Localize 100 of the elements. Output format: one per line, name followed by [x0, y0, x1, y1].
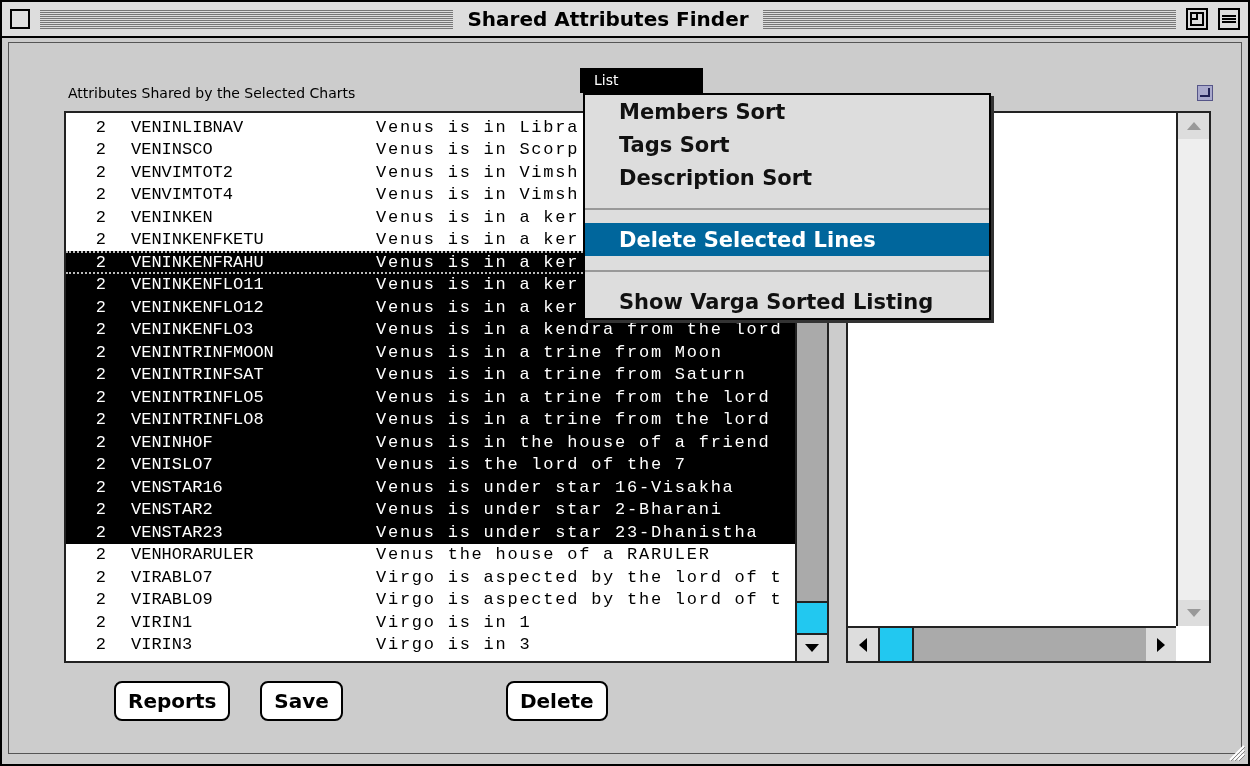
- menu-item[interactable]: Tags Sort: [585, 128, 989, 161]
- count-cell: 2: [95, 342, 106, 362]
- list-label: Attributes Shared by the Selected Charts: [68, 85, 356, 101]
- list-row[interactable]: 2 VIRIN3 Virgo is in 3: [66, 633, 795, 656]
- reports-button[interactable]: Reports: [114, 681, 231, 721]
- tag-cell: VENSTAR16: [131, 477, 223, 497]
- count-cell: 2: [95, 140, 106, 160]
- delete-button[interactable]: Delete: [505, 681, 608, 721]
- scroll-thumb[interactable]: [878, 628, 914, 661]
- description-cell: Venus is in a ker: [376, 297, 580, 317]
- tag-cell: VIRIN1: [131, 612, 193, 632]
- count-cell: 2: [95, 117, 106, 137]
- count-cell: 2: [95, 612, 106, 632]
- description-cell: Venus is in a trine from the lord: [376, 410, 771, 430]
- description-cell: Virgo is in 1: [376, 612, 532, 632]
- list-row[interactable]: 2 VENINHOF Venus is in the house of a friend: [66, 431, 795, 454]
- description-cell: Venus is in a kendra from the lord: [376, 320, 783, 340]
- tag-cell: VENINKEN: [131, 207, 213, 227]
- window-title: Shared Attributes Finder: [466, 7, 750, 31]
- description-cell: Venus is in Vimsh: [376, 162, 580, 182]
- list-row[interactable]: 2 VENHORARULER Venus the house of a RARULER: [66, 543, 795, 566]
- count-cell: 2: [95, 275, 106, 295]
- tag-cell: VIRIN3: [131, 635, 193, 655]
- list-row[interactable]: 2 VENSTAR16 Venus is under star 16-Visakha: [66, 476, 795, 499]
- count-cell: 2: [95, 522, 106, 542]
- description-cell: Venus is in a ker: [376, 275, 580, 295]
- count-cell: 2: [95, 545, 106, 565]
- list-row[interactable]: 2 VENISLO7 Venus is the lord of the 7: [66, 453, 795, 476]
- list-row[interactable]: 2 VIRABLO7 Virgo is aspected by the lord of t: [66, 566, 795, 589]
- list-row[interactable]: 2 VIRIN1 Virgo is in 1: [66, 611, 795, 634]
- tag-cell: VIRABLO9: [131, 590, 213, 610]
- description-cell: Venus is in Scorp: [376, 140, 580, 160]
- description-cell: Venus is in Vimsh: [376, 185, 580, 205]
- tag-cell: VENHORARULER: [131, 545, 254, 565]
- tag-cell: VENINLIBNAV: [131, 117, 244, 137]
- close-box[interactable]: [10, 9, 30, 29]
- count-cell: 2: [95, 477, 106, 497]
- list-menu-title[interactable]: List: [580, 68, 703, 93]
- description-cell: Virgo is aspected by the lord of t: [376, 590, 783, 610]
- count-cell: 2: [95, 567, 106, 587]
- list-row[interactable]: 2 VENSTAR23 Venus is under star 23-Dhanistha: [66, 521, 795, 544]
- list-row[interactable]: 2 VENINTRINFSAT Venus is in a trine from Saturn: [66, 363, 795, 386]
- horizontal-scrollbar[interactable]: [848, 626, 1176, 661]
- count-cell: 2: [95, 207, 106, 227]
- list-row[interactable]: 2 VENINTRINFMOON Venus is in a trine from Moon: [66, 341, 795, 364]
- description-cell: Venus is in a ker: [376, 230, 580, 250]
- tag-cell: VENINKENFLO11: [131, 275, 264, 295]
- collapse-box-icon[interactable]: [1218, 8, 1240, 30]
- tag-cell: VENINKENFRAHU: [131, 253, 264, 272]
- tag-cell: VENINTRINFMOON: [131, 342, 274, 362]
- list-row[interactable]: 2 VENSTAR2 Venus is under star 2-Bharani: [66, 498, 795, 521]
- zoom-box-icon[interactable]: [1186, 8, 1208, 30]
- description-cell: Virgo is aspected by the lord of t: [376, 567, 783, 587]
- description-cell: Venus is in a trine from Moon: [376, 342, 723, 362]
- count-cell: 2: [95, 635, 106, 655]
- count-cell: 2: [95, 387, 106, 407]
- description-cell: Venus is under star 16-Visakha: [376, 477, 735, 497]
- description-cell: Venus is under star 2-Bharani: [376, 500, 723, 520]
- scrollbar-corner: [1176, 626, 1209, 661]
- tag-cell: VENINKENFLO12: [131, 297, 264, 317]
- count-cell: 2: [95, 590, 106, 610]
- tag-cell: VENINTRINFSAT: [131, 365, 264, 385]
- tag-cell: VENINTRINFLO5: [131, 387, 264, 407]
- tag-cell: VENSTAR2: [131, 500, 213, 520]
- tag-cell: VENINKENFKETU: [131, 230, 264, 250]
- count-cell: 2: [95, 230, 106, 250]
- count-cell: 2: [95, 320, 106, 340]
- count-cell: 2: [95, 410, 106, 430]
- count-cell: 2: [95, 253, 106, 272]
- description-cell: Venus is under star 23-Dhanistha: [376, 522, 759, 542]
- list-row[interactable]: 2 VENINTRINFLO8 Venus is in a trine from the lord: [66, 408, 795, 431]
- tag-cell: VENINTRINFLO8: [131, 410, 264, 430]
- tag-cell: VENSTAR23: [131, 522, 223, 542]
- count-cell: 2: [95, 455, 106, 475]
- description-cell: Virgo is in 3: [376, 635, 532, 655]
- description-cell: Venus is in a ker: [376, 253, 580, 272]
- tag-cell: VENVIMTOT2: [131, 162, 234, 182]
- tag-cell: VENINHOF: [131, 432, 213, 452]
- tag-cell: VIRABLO7: [131, 567, 213, 587]
- description-cell: Venus is in a trine from Saturn: [376, 365, 747, 385]
- menu-item[interactable]: Description Sort: [585, 161, 989, 194]
- tag-cell: VENINSCO: [131, 140, 213, 160]
- menu-item[interactable]: Members Sort: [585, 95, 989, 128]
- tag-cell: VENINKENFLO3: [131, 320, 254, 340]
- description-cell: Venus is the lord of the 7: [376, 455, 687, 475]
- tag-cell: VENISLO7: [131, 455, 213, 475]
- count-cell: 2: [95, 432, 106, 452]
- tag-cell: VENVIMTOT4: [131, 185, 234, 205]
- list-row[interactable]: 2 VIRABLO9 Virgo is aspected by the lord of t: [66, 588, 795, 611]
- window-corner-icon[interactable]: [1197, 85, 1213, 101]
- count-cell: 2: [95, 500, 106, 520]
- description-cell: Venus is in Libra: [376, 117, 580, 137]
- description-cell: Venus is in the house of a friend: [376, 432, 771, 452]
- count-cell: 2: [95, 297, 106, 317]
- menu-item[interactable]: Delete Selected Lines: [585, 223, 989, 256]
- scroll-thumb[interactable]: [797, 601, 827, 635]
- save-button[interactable]: Save: [260, 681, 343, 721]
- list-row[interactable]: 2 VENINTRINFLO5 Venus is in a trine from the lord: [66, 386, 795, 409]
- description-cell: Venus is in a trine from the lord: [376, 387, 771, 407]
- description-cell: Venus the house of a RARULER: [376, 545, 711, 565]
